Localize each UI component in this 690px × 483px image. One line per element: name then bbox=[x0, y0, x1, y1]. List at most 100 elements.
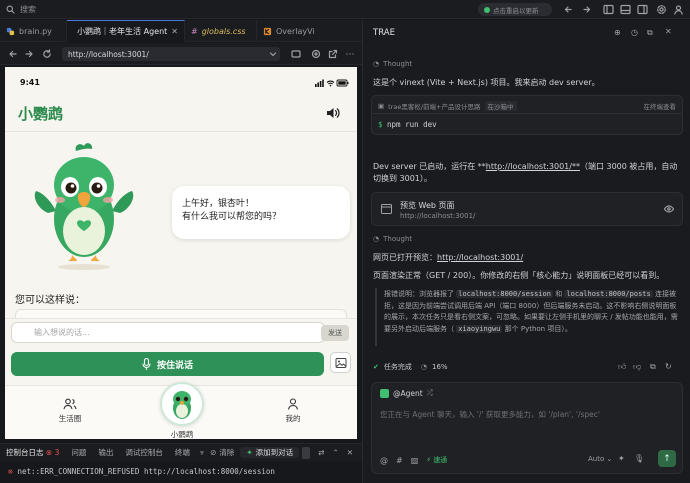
chevron-down-icon[interactable] bbox=[269, 50, 277, 58]
agent-message: 页面渲染正常（GET / 200）。你修改的右侧「核心能力」说明面板已经可以看到… bbox=[373, 271, 665, 280]
settings-gear-icon[interactable] bbox=[656, 4, 667, 15]
tab-label: 控制台日志 bbox=[6, 448, 44, 457]
tab-problems[interactable]: 问题 bbox=[65, 447, 92, 458]
sparkle-icon[interactable]: ✦ bbox=[618, 454, 625, 463]
speaker-icon[interactable] bbox=[326, 107, 340, 119]
image-upload-button[interactable] bbox=[330, 352, 351, 373]
eye-icon[interactable] bbox=[664, 205, 674, 213]
bottom-panel-tabs: 控制台日志 ⊗ 3 问题 输出 调试控制台 终端 ⩔ ⊘ 清除 ✦ 添加到对话 ⇄ … bbox=[0, 443, 362, 461]
panel-title: TRAE bbox=[373, 28, 395, 38]
tab-output[interactable]: 输出 bbox=[92, 447, 119, 458]
tab-terminal[interactable]: 终端 bbox=[169, 447, 196, 458]
more-icon[interactable] bbox=[345, 49, 355, 59]
view-in-terminal-link[interactable]: 在终端查看 bbox=[644, 101, 677, 111]
popout-icon[interactable]: ⧉ bbox=[647, 28, 653, 38]
open-external-icon[interactable] bbox=[328, 49, 338, 59]
copy-icon[interactable]: ⧉ bbox=[650, 362, 656, 372]
thumbs-up-icon[interactable]: 👍︎ bbox=[618, 362, 626, 372]
preview-card[interactable]: 预览 Web 页面 http://localhost:3001/ bbox=[371, 192, 683, 226]
tab-console-log[interactable]: 控制台日志 ⊗ 3 bbox=[0, 447, 65, 458]
update-button[interactable]: 点击重启以更新 bbox=[478, 3, 552, 16]
back-icon[interactable] bbox=[563, 4, 574, 15]
python-icon bbox=[6, 27, 15, 35]
reload-icon[interactable] bbox=[42, 49, 52, 59]
tab-label: OverlayVi bbox=[276, 26, 315, 36]
device-toggle-icon[interactable] bbox=[291, 49, 301, 59]
tab-overlay[interactable]: OverlayVi bbox=[257, 20, 362, 42]
toggle-left-panel-icon[interactable] bbox=[603, 4, 614, 15]
error-note: 报错说明：浏览器报了 localhost:8000/session 和 loca… bbox=[384, 289, 682, 335]
nav-community[interactable]: 生活圈 bbox=[50, 398, 90, 424]
nav-parrot[interactable]: 小鹦鹉 bbox=[162, 429, 202, 439]
localhost-link[interactable]: http://localhost:3001/ bbox=[437, 253, 523, 262]
task-status: ✔ 任务完成 ◔ 16% bbox=[373, 362, 448, 372]
agent-selector[interactable]: @Agent ⤮ bbox=[380, 388, 433, 398]
suggestion-heading: 您可以这样说： bbox=[15, 295, 85, 306]
agent-chat-input[interactable]: 您正在与 Agent 聊天，输入 '/' 获取更多能力，如 '/plan', '… bbox=[380, 409, 676, 420]
speed-label: 速通 bbox=[433, 456, 448, 464]
speed-mode-toggle[interactable]: ⚡︎ 速通 bbox=[426, 455, 447, 465]
note-text: 和 bbox=[555, 290, 563, 298]
toggle-bottom-panel-icon[interactable] bbox=[620, 4, 631, 15]
terminal-header: ▣ trae黑客松/前端+产品设计思路 在沙箱中 bbox=[378, 101, 517, 111]
send-button[interactable]: ↑ bbox=[658, 450, 676, 467]
mention-icon[interactable]: @ bbox=[380, 456, 388, 465]
thought-toggle[interactable]: ◔ Thought bbox=[373, 235, 412, 243]
terminal-command: $ npm run dev bbox=[378, 120, 437, 129]
retry-icon[interactable]: ↻ bbox=[665, 362, 672, 371]
close-panel-icon[interactable]: ✕ bbox=[347, 448, 353, 457]
input-divider bbox=[5, 318, 357, 319]
preview-title: 预览 Web 页面 bbox=[400, 201, 455, 210]
clear-icon: ⊘ bbox=[210, 448, 217, 457]
signal-battery-icon bbox=[315, 79, 349, 87]
quote-bar bbox=[375, 288, 377, 346]
update-dot-icon bbox=[484, 6, 490, 13]
message-input[interactable]: 输入想说的话... bbox=[11, 322, 325, 343]
voice-icon[interactable]: 🎙︎ bbox=[634, 454, 644, 463]
attach-image-icon[interactable]: ▨ bbox=[411, 456, 419, 465]
back-icon[interactable] bbox=[8, 49, 18, 59]
agent-message: 这是个 vinext (Vite + Next.js) 项目。我来启动 dev … bbox=[373, 78, 600, 87]
forward-icon[interactable] bbox=[581, 4, 592, 15]
global-search[interactable]: 搜索 bbox=[6, 3, 36, 16]
greeting-line-1: 上午好，银杏叶！ bbox=[182, 199, 255, 209]
add-to-chat-button[interactable]: ✦ 添加到对话 bbox=[240, 447, 300, 458]
inspect-icon[interactable] bbox=[311, 49, 321, 59]
sandbox-tag: 在沙箱中 bbox=[484, 101, 517, 111]
clear-button[interactable]: ⊘ 清除 bbox=[204, 447, 240, 458]
title-bar: 搜索 点击重启以更新 bbox=[0, 0, 690, 19]
error-badge: ⊗ 3 bbox=[45, 448, 60, 457]
terminal-path: trae黑客松/前端+产品设计思路 bbox=[388, 103, 481, 111]
history-icon[interactable]: ◷ bbox=[631, 28, 638, 37]
forward-icon[interactable] bbox=[24, 49, 34, 59]
search-label: 搜索 bbox=[20, 5, 36, 14]
error-icon: ⊗ bbox=[8, 467, 13, 476]
localhost-link[interactable]: http://localhost:3001/** bbox=[486, 162, 580, 171]
nav-parrot-button[interactable] bbox=[160, 382, 204, 426]
tab-debug-console[interactable]: 调试控制台 bbox=[119, 447, 169, 458]
nav-mine[interactable]: 我的 bbox=[273, 398, 313, 424]
tab-preview-agent[interactable]: 小鹦鹉｜老年生活 Agent ✕ bbox=[67, 20, 185, 42]
thumbs-down-icon[interactable]: 👎︎ bbox=[633, 362, 641, 372]
close-icon[interactable]: ✕ bbox=[665, 27, 672, 36]
tab-globals-css[interactable]: # globals.css bbox=[185, 20, 257, 42]
task-percent: 16% bbox=[431, 363, 448, 371]
new-chat-icon[interactable]: ⊕ bbox=[614, 28, 621, 37]
agent-message: 网页已打开预览：http://localhost:3001/ bbox=[373, 252, 523, 264]
console-error-text: net::ERR_CONNECTION_REFUSED http://local… bbox=[17, 467, 275, 476]
hold-to-talk-button[interactable]: 按住说话 bbox=[11, 352, 324, 376]
chevron-up-icon[interactable]: ⌃ bbox=[332, 448, 338, 457]
tab-label: brain.py bbox=[19, 26, 52, 36]
tab-brain-py[interactable]: brain.py bbox=[0, 20, 67, 42]
toggle-right-panel-icon[interactable] bbox=[637, 4, 648, 15]
send-label: 发送 bbox=[328, 329, 342, 337]
split-icon[interactable]: ⇄ bbox=[318, 448, 324, 457]
model-selector[interactable]: Auto ⌄ bbox=[588, 455, 612, 463]
url-input[interactable]: http://localhost:3001/ bbox=[62, 47, 280, 61]
close-tab-icon[interactable]: ✕ bbox=[171, 27, 178, 36]
hash-icon[interactable]: # bbox=[396, 456, 403, 465]
thought-toggle[interactable]: ◔ Thought bbox=[373, 60, 412, 68]
nav-parrot-label: 小鹦鹉 bbox=[170, 430, 194, 439]
send-button[interactable]: 发送 bbox=[321, 325, 349, 341]
account-icon[interactable] bbox=[673, 4, 684, 15]
